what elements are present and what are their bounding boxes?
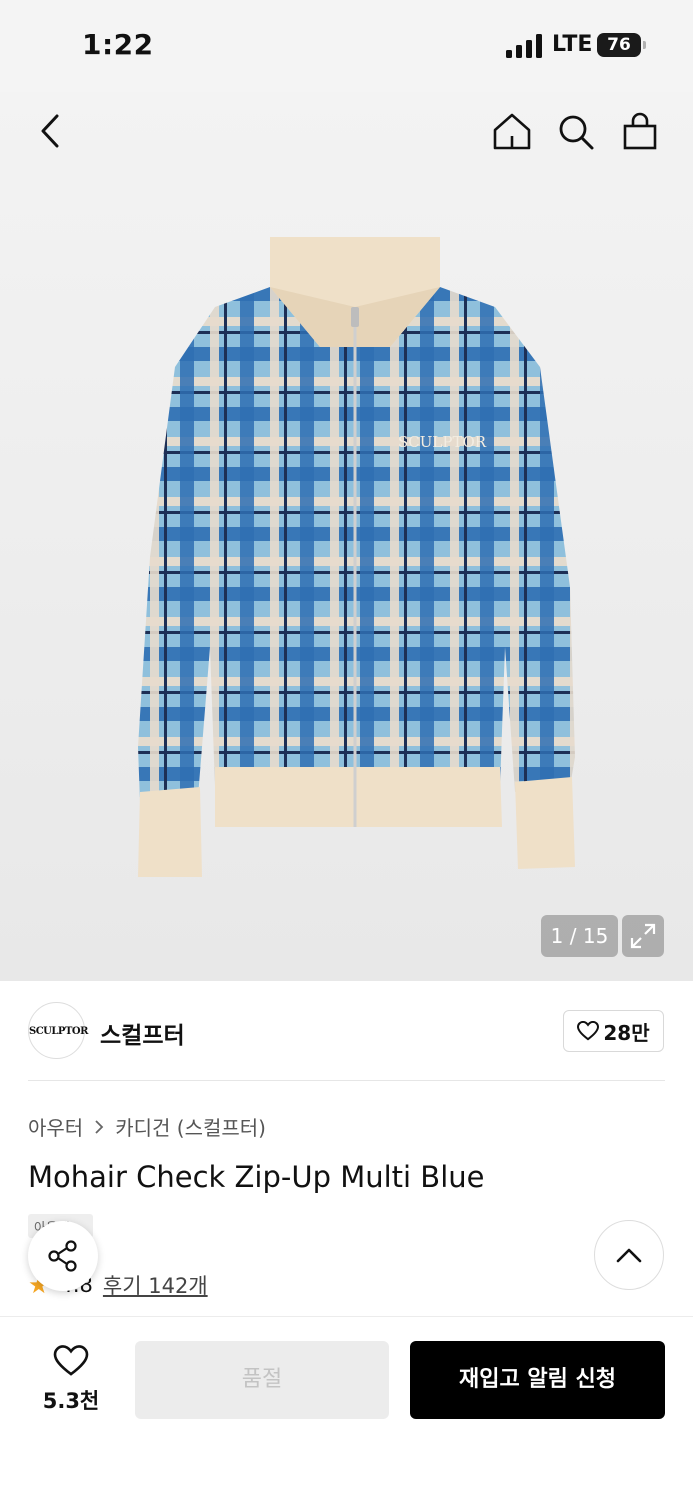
brand-like-count: 28만: [603, 1020, 650, 1045]
review-link[interactable]: 후기 142개: [103, 1270, 208, 1300]
product-title: Mohair Check Zip-Up Multi Blue: [28, 1160, 485, 1194]
battery-tip: [643, 41, 646, 49]
brand-like-button[interactable]: 28만: [563, 1010, 664, 1052]
wishlist-button[interactable]: 5.3천: [36, 1345, 106, 1415]
network-type: LTE: [552, 32, 593, 57]
restock-alert-button[interactable]: 재입고 알림 신청: [410, 1341, 665, 1419]
image-counter: 1 / 15: [541, 915, 618, 957]
share-button[interactable]: [28, 1221, 98, 1291]
chevron-up-icon: [616, 1248, 642, 1263]
search-icon[interactable]: [554, 110, 598, 154]
expand-icon[interactable]: [622, 915, 664, 957]
shopping-bag-icon[interactable]: [618, 110, 662, 154]
soldout-button: 품절: [135, 1341, 389, 1419]
breadcrumb-category[interactable]: 아우터: [28, 1112, 83, 1141]
signal-icon: [506, 34, 542, 58]
home-icon[interactable]: [490, 110, 534, 154]
heart-icon: [577, 1021, 600, 1041]
product-gallery[interactable]: SCULPTOR 1 / 15: [0, 92, 693, 981]
breadcrumb: 아우터 카디건 (스컬프터): [28, 1112, 266, 1141]
status-time: 1:22: [82, 28, 154, 61]
back-chevron-icon[interactable]: [30, 110, 72, 152]
chevron-right-icon: [95, 1119, 104, 1134]
breadcrumb-subcategory[interactable]: 카디건 (스컬프터): [115, 1112, 266, 1141]
wishlist-count: 5.3천: [42, 1389, 100, 1413]
bottom-action-bar: 5.3천 품절 재입고 알림 신청: [0, 1316, 693, 1500]
brand-row[interactable]: SCULPTOR 스컬프터 28만: [28, 1002, 665, 1060]
sweater-brand-print: SCULPTOR: [398, 433, 487, 451]
divider: [28, 1080, 665, 1081]
battery-icon: 76: [597, 33, 641, 57]
brand-logo[interactable]: SCULPTOR: [28, 1002, 88, 1059]
scroll-top-button[interactable]: [594, 1220, 664, 1290]
status-bar: 1:22 LTE 76: [0, 0, 693, 92]
product-image[interactable]: SCULPTOR: [120, 227, 590, 887]
share-icon: [48, 1240, 77, 1272]
heart-icon: [53, 1345, 89, 1376]
brand-name[interactable]: 스컬프터: [100, 1016, 185, 1050]
